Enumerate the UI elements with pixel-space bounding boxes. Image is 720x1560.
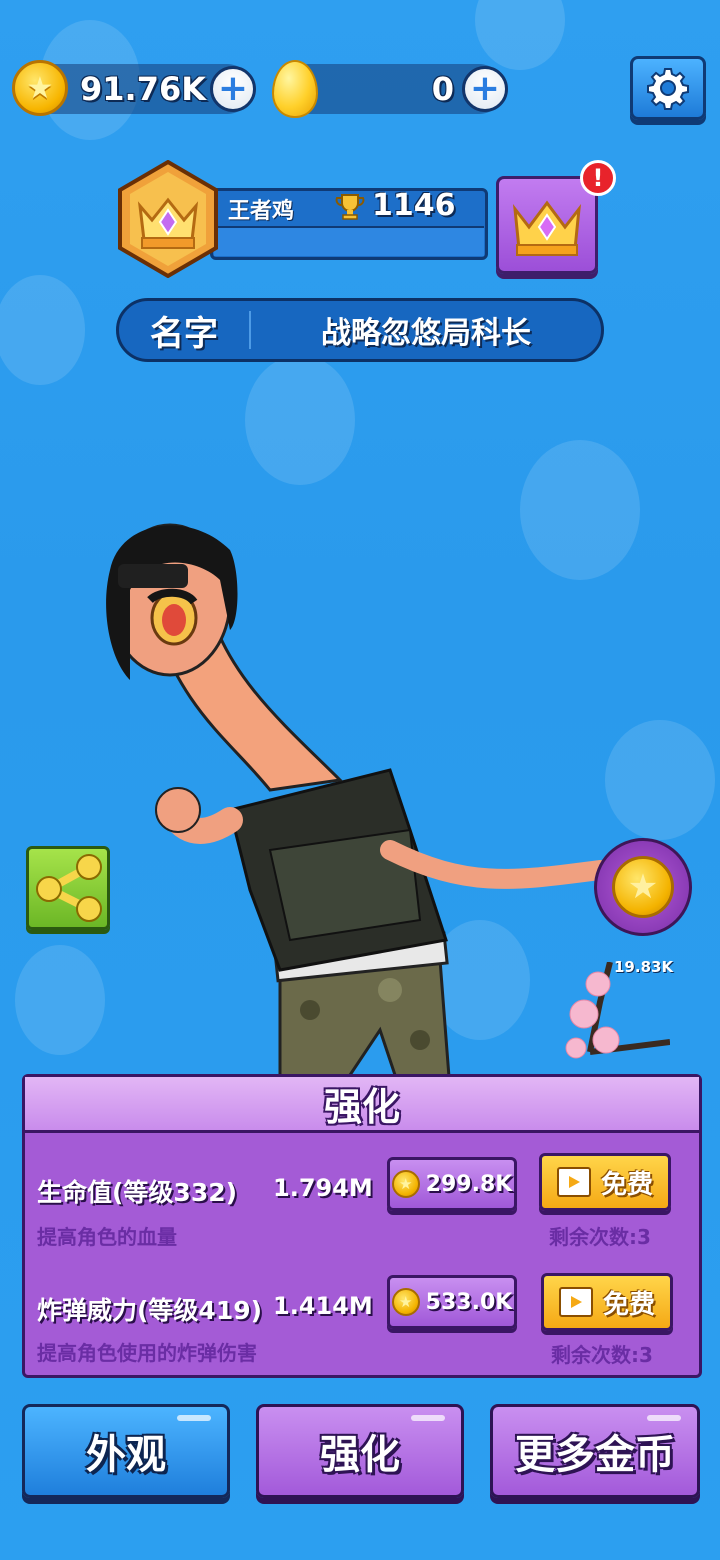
upgrade-health-free-button[interactable]: 免费 [539,1153,671,1211]
button-shine [411,1415,445,1421]
video-ad-icon [558,1287,593,1317]
upgrade-health-description: 提高角色的血量 [37,1225,177,1249]
alert-icon: ! [580,160,616,196]
upgrade-health-value: 1.794M [273,1174,373,1202]
nav-appearance-label: 外观 [86,1432,166,1478]
upgrade-bomb-description: 提高角色使用的炸弹伤害 [37,1341,257,1365]
button-shine [647,1415,681,1421]
upgrade-panel-title: 强化 [323,1085,400,1129]
upgrade-bomb-free-button[interactable]: 免费 [541,1273,673,1331]
rank-progress-bar [214,226,484,256]
nav-upgrade-label: 强化 [320,1432,400,1478]
eggs-value: 0 [431,70,454,108]
coin-icon: ★ [612,856,674,918]
golden-egg-icon [272,60,318,118]
upgrade-panel-header: 强化 [25,1077,699,1133]
upgrade-panel: 强化 生命值(等级332) 1.794M 提高角色的血量 ★ 299.8K 免费… [22,1074,702,1378]
trophy-count: 1146 [372,188,456,223]
upgrade-health-name: 生命值(等级332) [37,1178,238,1207]
nav-more-coins-button[interactable]: 更多金币 [490,1404,700,1498]
player-name: 战略忽悠局科长 [321,316,531,351]
upgrade-bomb-name: 炸弹威力(等级419) [37,1296,263,1325]
upgrade-health-remaining: 剩余次数:3 [549,1225,651,1249]
alert-mark: ! [592,164,604,192]
upgrade-health-buy-button[interactable]: ★ 299.8K [387,1157,517,1211]
coin-pickup-button[interactable]: ★ [594,838,692,936]
nav-appearance-button[interactable]: 外观 [22,1404,230,1498]
free-label: 免费 [600,1169,653,1200]
blossom-branch-decoration [565,962,670,1059]
coin-icon: ★ [391,1288,420,1316]
name-plate[interactable]: 名字 战略忽悠局科长 [116,298,604,362]
upgrade-bomb-cost: 533.0K [425,1289,513,1315]
settings-button[interactable] [630,56,706,120]
upgrade-bomb-buy-button[interactable]: ★ 533.0K [387,1275,517,1329]
trophy-icon [335,194,365,220]
share-button[interactable] [26,846,110,930]
button-shine [177,1415,211,1421]
rank-badge-icon[interactable] [116,160,220,278]
coin-icon: ★ [12,60,68,116]
coin-icon: ★ [391,1170,420,1198]
upgrade-health-cost: 299.8K [425,1171,513,1197]
add-eggs-button[interactable]: + [462,66,508,112]
nav-upgrade-button[interactable]: 强化 [256,1404,464,1498]
gear-icon [647,68,689,110]
nav-more-coins-label: 更多金币 [515,1432,675,1478]
upgrade-bomb-remaining: 剩余次数:3 [551,1343,653,1367]
name-label: 名字 [150,313,218,354]
add-coins-button[interactable]: + [210,66,256,112]
upgrade-bomb-value: 1.414M [273,1292,373,1320]
video-ad-icon [556,1167,591,1197]
crown-icon [512,200,582,256]
free-label: 免费 [602,1289,655,1320]
rank-title: 王者鸡 [228,199,295,224]
coins-value: 91.76K [80,70,207,108]
crown-rewards-button[interactable] [496,176,598,274]
share-icon [36,854,102,922]
